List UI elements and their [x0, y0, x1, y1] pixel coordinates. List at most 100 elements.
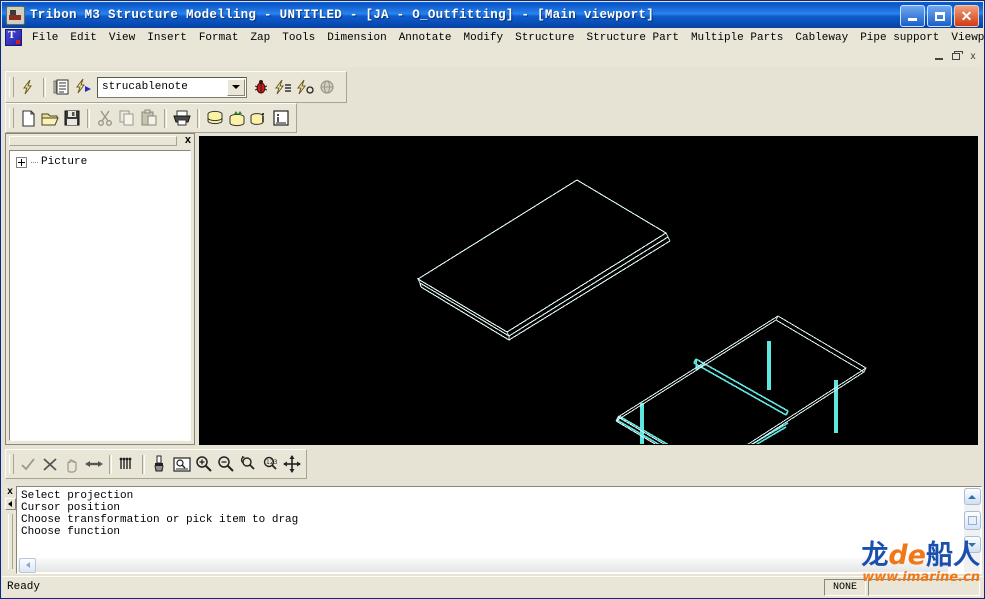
lightning-circle-icon[interactable]	[294, 76, 316, 98]
message-log[interactable]: Select projection Cursor position Choose…	[16, 486, 982, 574]
picture-panel-header: x	[6, 134, 194, 148]
window-controls: ✕	[900, 5, 979, 27]
element-type-combo[interactable]: strucablenote	[97, 76, 247, 98]
menu-item-structure[interactable]: Structure	[509, 31, 580, 45]
save-disk-icon[interactable]	[61, 107, 83, 129]
mdi-child-controls: x	[932, 49, 980, 63]
picture-tree[interactable]: Picture	[9, 150, 191, 441]
cancel-x-icon	[39, 453, 61, 475]
lightning-run-icon[interactable]	[72, 76, 94, 98]
toolbar-grip[interactable]	[9, 108, 14, 128]
panel-close-icon[interactable]: x	[185, 134, 191, 147]
toolbar-grip[interactable]	[9, 77, 14, 97]
menu-item-cableway[interactable]: Cableway	[789, 31, 854, 45]
menu-item-multiple-parts[interactable]: Multiple Parts	[685, 31, 789, 45]
toolbar-view: 123	[5, 449, 307, 479]
toolbar-separator	[142, 454, 145, 474]
menu-item-viewport[interactable]: Viewport	[945, 31, 985, 45]
menu-item-view[interactable]: View	[103, 31, 141, 45]
tree-item-picture[interactable]: Picture	[10, 151, 190, 168]
zoom-region-icon[interactable]	[237, 453, 259, 475]
main-viewport[interactable]	[199, 136, 978, 445]
about-info-icon[interactable]	[270, 107, 292, 129]
application-window: Tribon M3 Structure Modelling - UNTITLED…	[0, 0, 985, 599]
zoom-in-icon[interactable]	[193, 453, 215, 475]
log-vertical-scrollbar[interactable]	[963, 488, 981, 572]
globe-disabled-icon	[316, 76, 338, 98]
menu-bar: File Edit View Insert Format Zap Tools D…	[2, 28, 985, 48]
window-close-button[interactable]: ✕	[954, 5, 979, 27]
menu-item-format[interactable]: Format	[193, 31, 245, 45]
toolbar-separator	[109, 454, 112, 474]
database-info-icon[interactable]	[248, 107, 270, 129]
zoom-out-icon[interactable]	[215, 453, 237, 475]
database-icon[interactable]	[204, 107, 226, 129]
panel-drag-handle[interactable]	[9, 136, 177, 146]
app-icon	[6, 5, 25, 25]
log-horizontal-scrollbar[interactable]	[18, 557, 948, 573]
tree-connector	[31, 161, 38, 163]
element-type-combo-value: strucablenote	[102, 81, 188, 93]
print-icon[interactable]	[171, 107, 193, 129]
log-collapse-icon[interactable]	[4, 498, 16, 510]
tree-item-label: Picture	[41, 156, 88, 168]
pins-icon[interactable]	[116, 453, 138, 475]
check-confirm-icon	[17, 453, 39, 475]
toolbar-grip[interactable]	[9, 454, 14, 474]
menu-item-dimension[interactable]: Dimension	[321, 31, 392, 45]
toolbar-separator	[164, 108, 167, 128]
list-note-icon[interactable]	[50, 76, 72, 98]
model-wireframe	[416, 179, 867, 444]
log-line: Select projection	[21, 490, 134, 502]
log-close-icon[interactable]: x	[4, 486, 16, 497]
toolbar-separator	[87, 108, 90, 128]
window-maximize-button[interactable]	[927, 5, 952, 27]
toolbar-macro: strucablenote	[5, 71, 347, 103]
menu-item-tools[interactable]: Tools	[276, 31, 321, 45]
scroll-down-arrow-icon[interactable]	[963, 536, 981, 553]
paste-icon	[138, 107, 160, 129]
log-line: Cursor position	[21, 502, 121, 514]
lightning-list-icon[interactable]	[272, 76, 294, 98]
lightning-icon[interactable]	[17, 76, 39, 98]
menu-item-pipe-support[interactable]: Pipe support	[854, 31, 945, 45]
tribon-logo-icon	[5, 29, 22, 46]
title-bar: Tribon M3 Structure Modelling - UNTITLED…	[2, 2, 983, 28]
status-cell-extra	[868, 579, 980, 596]
menu-item-structure-part[interactable]: Structure Part	[581, 31, 685, 45]
paint-brush-icon[interactable]	[149, 453, 171, 475]
menu-item-insert[interactable]: Insert	[141, 31, 193, 45]
open-folder-icon[interactable]	[39, 107, 61, 129]
expand-plus-icon[interactable]	[16, 156, 27, 168]
status-bar: Ready NONE	[2, 576, 983, 597]
scroll-left-arrow-icon[interactable]	[19, 557, 36, 573]
mdi-minimize-button[interactable]	[932, 49, 946, 63]
menu-item-file[interactable]: File	[26, 31, 64, 45]
new-file-icon[interactable]	[17, 107, 39, 129]
pan-move-icon[interactable]	[281, 453, 303, 475]
menu-item-annotate[interactable]: Annotate	[393, 31, 458, 45]
scroll-up-arrow-icon[interactable]	[963, 488, 981, 505]
view-window-icon[interactable]	[171, 453, 193, 475]
zoom-scale-icon[interactable]: 123	[259, 453, 281, 475]
log-line: Choose transformation or pick item to dr…	[21, 514, 299, 526]
mdi-close-button[interactable]: x	[966, 49, 980, 63]
chevron-down-icon[interactable]	[227, 78, 245, 96]
menu-item-modify[interactable]: Modify	[458, 31, 510, 45]
status-cells: NONE	[824, 579, 980, 596]
svg-text:123: 123	[266, 459, 278, 466]
status-cell-mode: NONE	[824, 579, 866, 596]
window-minimize-button[interactable]	[900, 5, 925, 27]
scroll-thumb[interactable]	[963, 511, 981, 530]
mdi-restore-button[interactable]	[949, 49, 963, 63]
menu-item-zap[interactable]: Zap	[244, 31, 276, 45]
menu-item-edit[interactable]: Edit	[64, 31, 102, 45]
cut-scissors-icon	[94, 107, 116, 129]
log-side-controls: x	[4, 486, 16, 574]
bug-icon[interactable]	[250, 76, 272, 98]
database-update-icon[interactable]	[226, 107, 248, 129]
drag-arrows-icon	[83, 453, 105, 475]
toolbar-separator	[197, 108, 200, 128]
log-drag-handle[interactable]	[7, 514, 13, 569]
status-message: Ready	[7, 581, 41, 593]
